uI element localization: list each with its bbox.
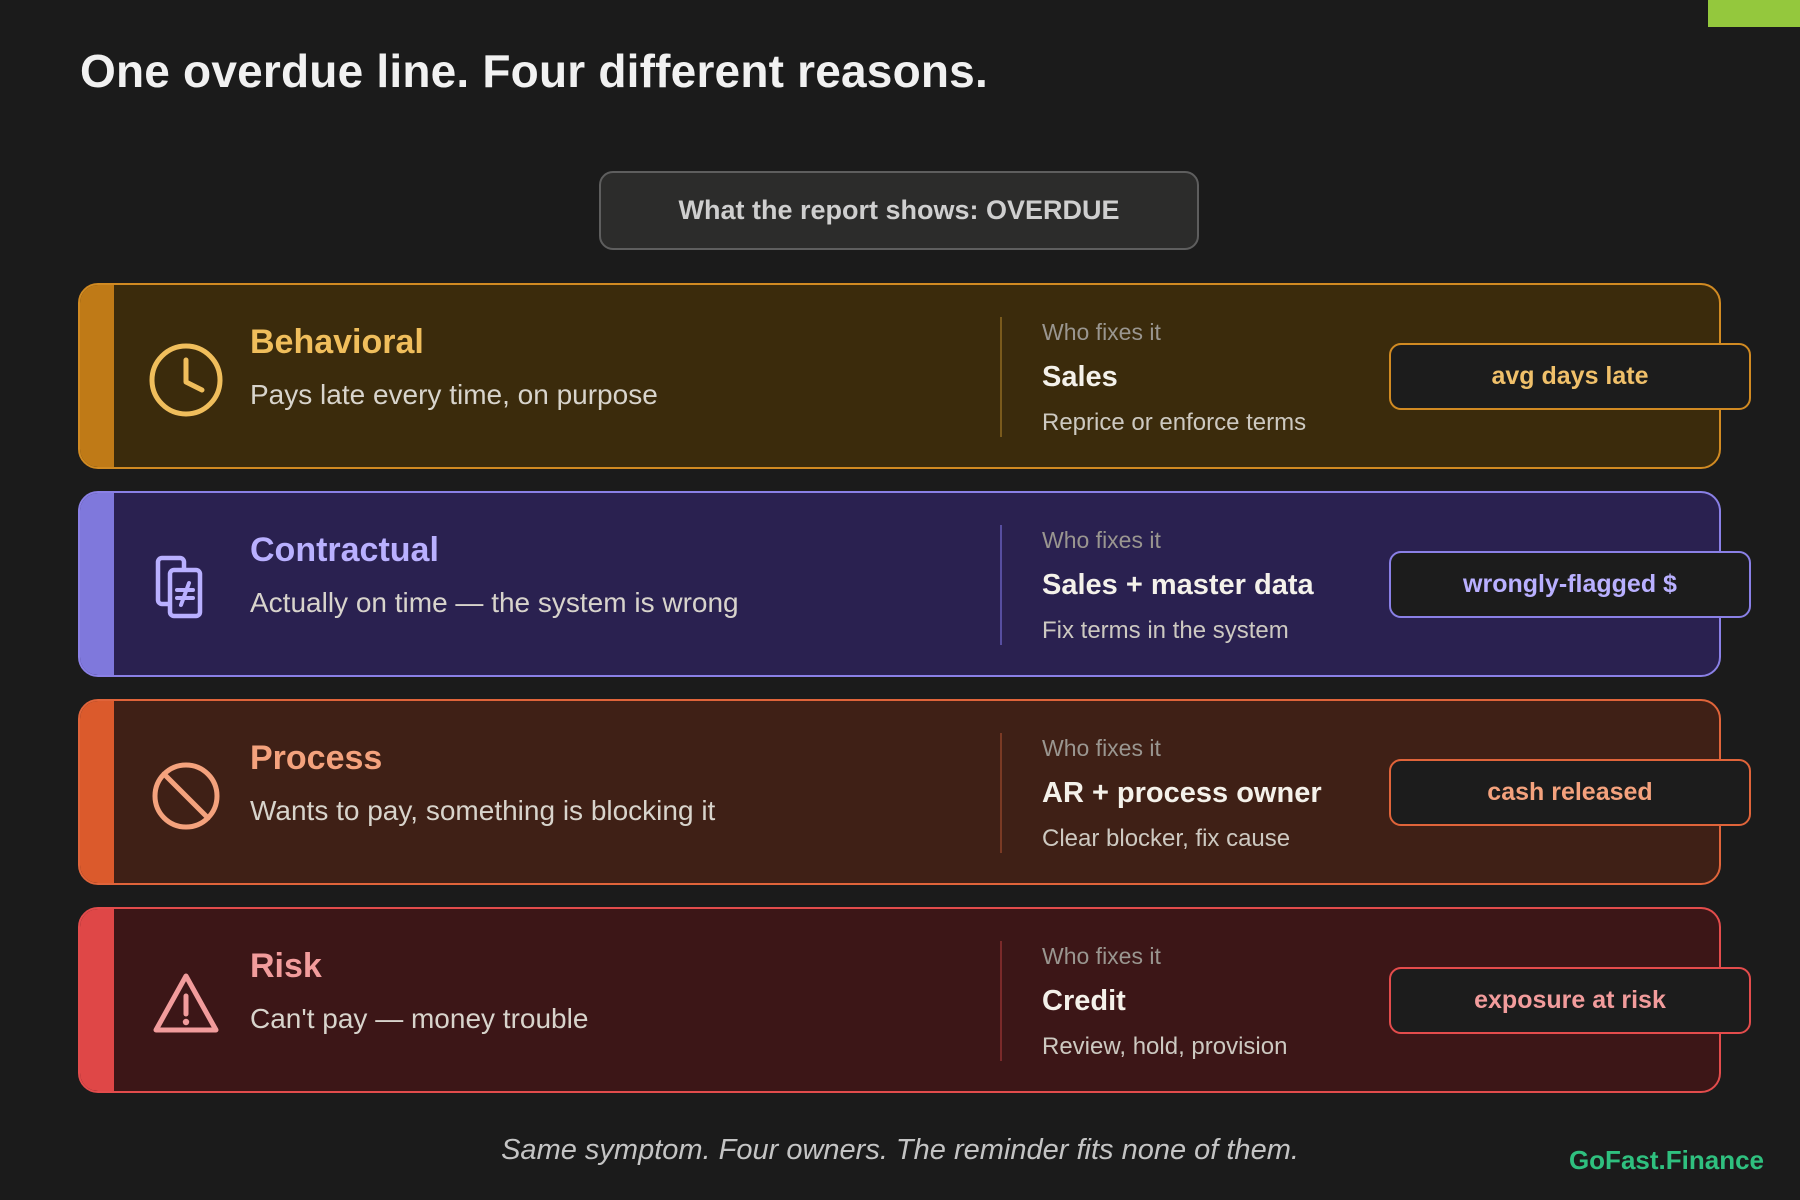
metric-pill-process: cash released bbox=[1389, 759, 1751, 826]
category-name: Process bbox=[250, 739, 383, 777]
category-name: Contractual bbox=[250, 531, 439, 569]
category-description: Actually on time — the system is wrong bbox=[250, 587, 739, 618]
card-accent-stripe bbox=[80, 701, 114, 883]
fix-action: Review, hold, provision bbox=[1042, 1033, 1288, 1060]
mismatch-documents-icon bbox=[146, 548, 226, 628]
fix-action: Fix terms in the system bbox=[1042, 617, 1289, 644]
card-divider bbox=[1000, 941, 1002, 1061]
metric-pill-contractual: wrongly-flagged $ bbox=[1389, 551, 1751, 618]
warning-icon bbox=[146, 964, 226, 1044]
category-description: Pays late every time, on purpose bbox=[250, 379, 658, 410]
report-status-box: What the report shows: OVERDUE bbox=[599, 171, 1199, 250]
who-fixes-label: Who fixes it bbox=[1042, 735, 1161, 761]
blocked-icon bbox=[146, 756, 226, 836]
owner-name: Credit bbox=[1042, 985, 1126, 1017]
owner-name: Sales bbox=[1042, 361, 1118, 393]
category-description: Can't pay — money trouble bbox=[250, 1003, 589, 1034]
corner-accent-bar bbox=[1708, 0, 1800, 27]
report-status-label: What the report shows: OVERDUE bbox=[678, 195, 1120, 225]
fix-action: Clear blocker, fix cause bbox=[1042, 825, 1291, 852]
page-title: One overdue line. Four different reasons… bbox=[80, 45, 988, 97]
category-name: Behavioral bbox=[250, 323, 424, 361]
owner-name: Sales + master data bbox=[1042, 569, 1314, 601]
footer-caption: Same symptom. Four owners. The reminder … bbox=[501, 1134, 1299, 1166]
fix-action: Reprice or enforce terms bbox=[1042, 409, 1307, 436]
who-fixes-label: Who fixes it bbox=[1042, 319, 1161, 345]
who-fixes-label: Who fixes it bbox=[1042, 943, 1161, 969]
card-accent-stripe bbox=[80, 909, 114, 1091]
who-fixes-label: Who fixes it bbox=[1042, 527, 1161, 553]
metric-pill-risk: exposure at risk bbox=[1389, 967, 1751, 1034]
card-accent-stripe bbox=[80, 493, 114, 675]
category-name: Risk bbox=[250, 947, 322, 985]
category-description: Wants to pay, something is blocking it bbox=[250, 795, 716, 826]
card-divider bbox=[1000, 525, 1002, 645]
brand-logo-text: GoFast.Finance bbox=[1568, 1145, 1764, 1175]
clock-icon bbox=[146, 340, 226, 420]
card-accent-stripe bbox=[80, 285, 114, 467]
owner-name: AR + process owner bbox=[1042, 777, 1322, 809]
card-divider bbox=[1000, 317, 1002, 437]
card-divider bbox=[1000, 733, 1002, 853]
metric-pill-behavioral: avg days late bbox=[1389, 343, 1751, 410]
